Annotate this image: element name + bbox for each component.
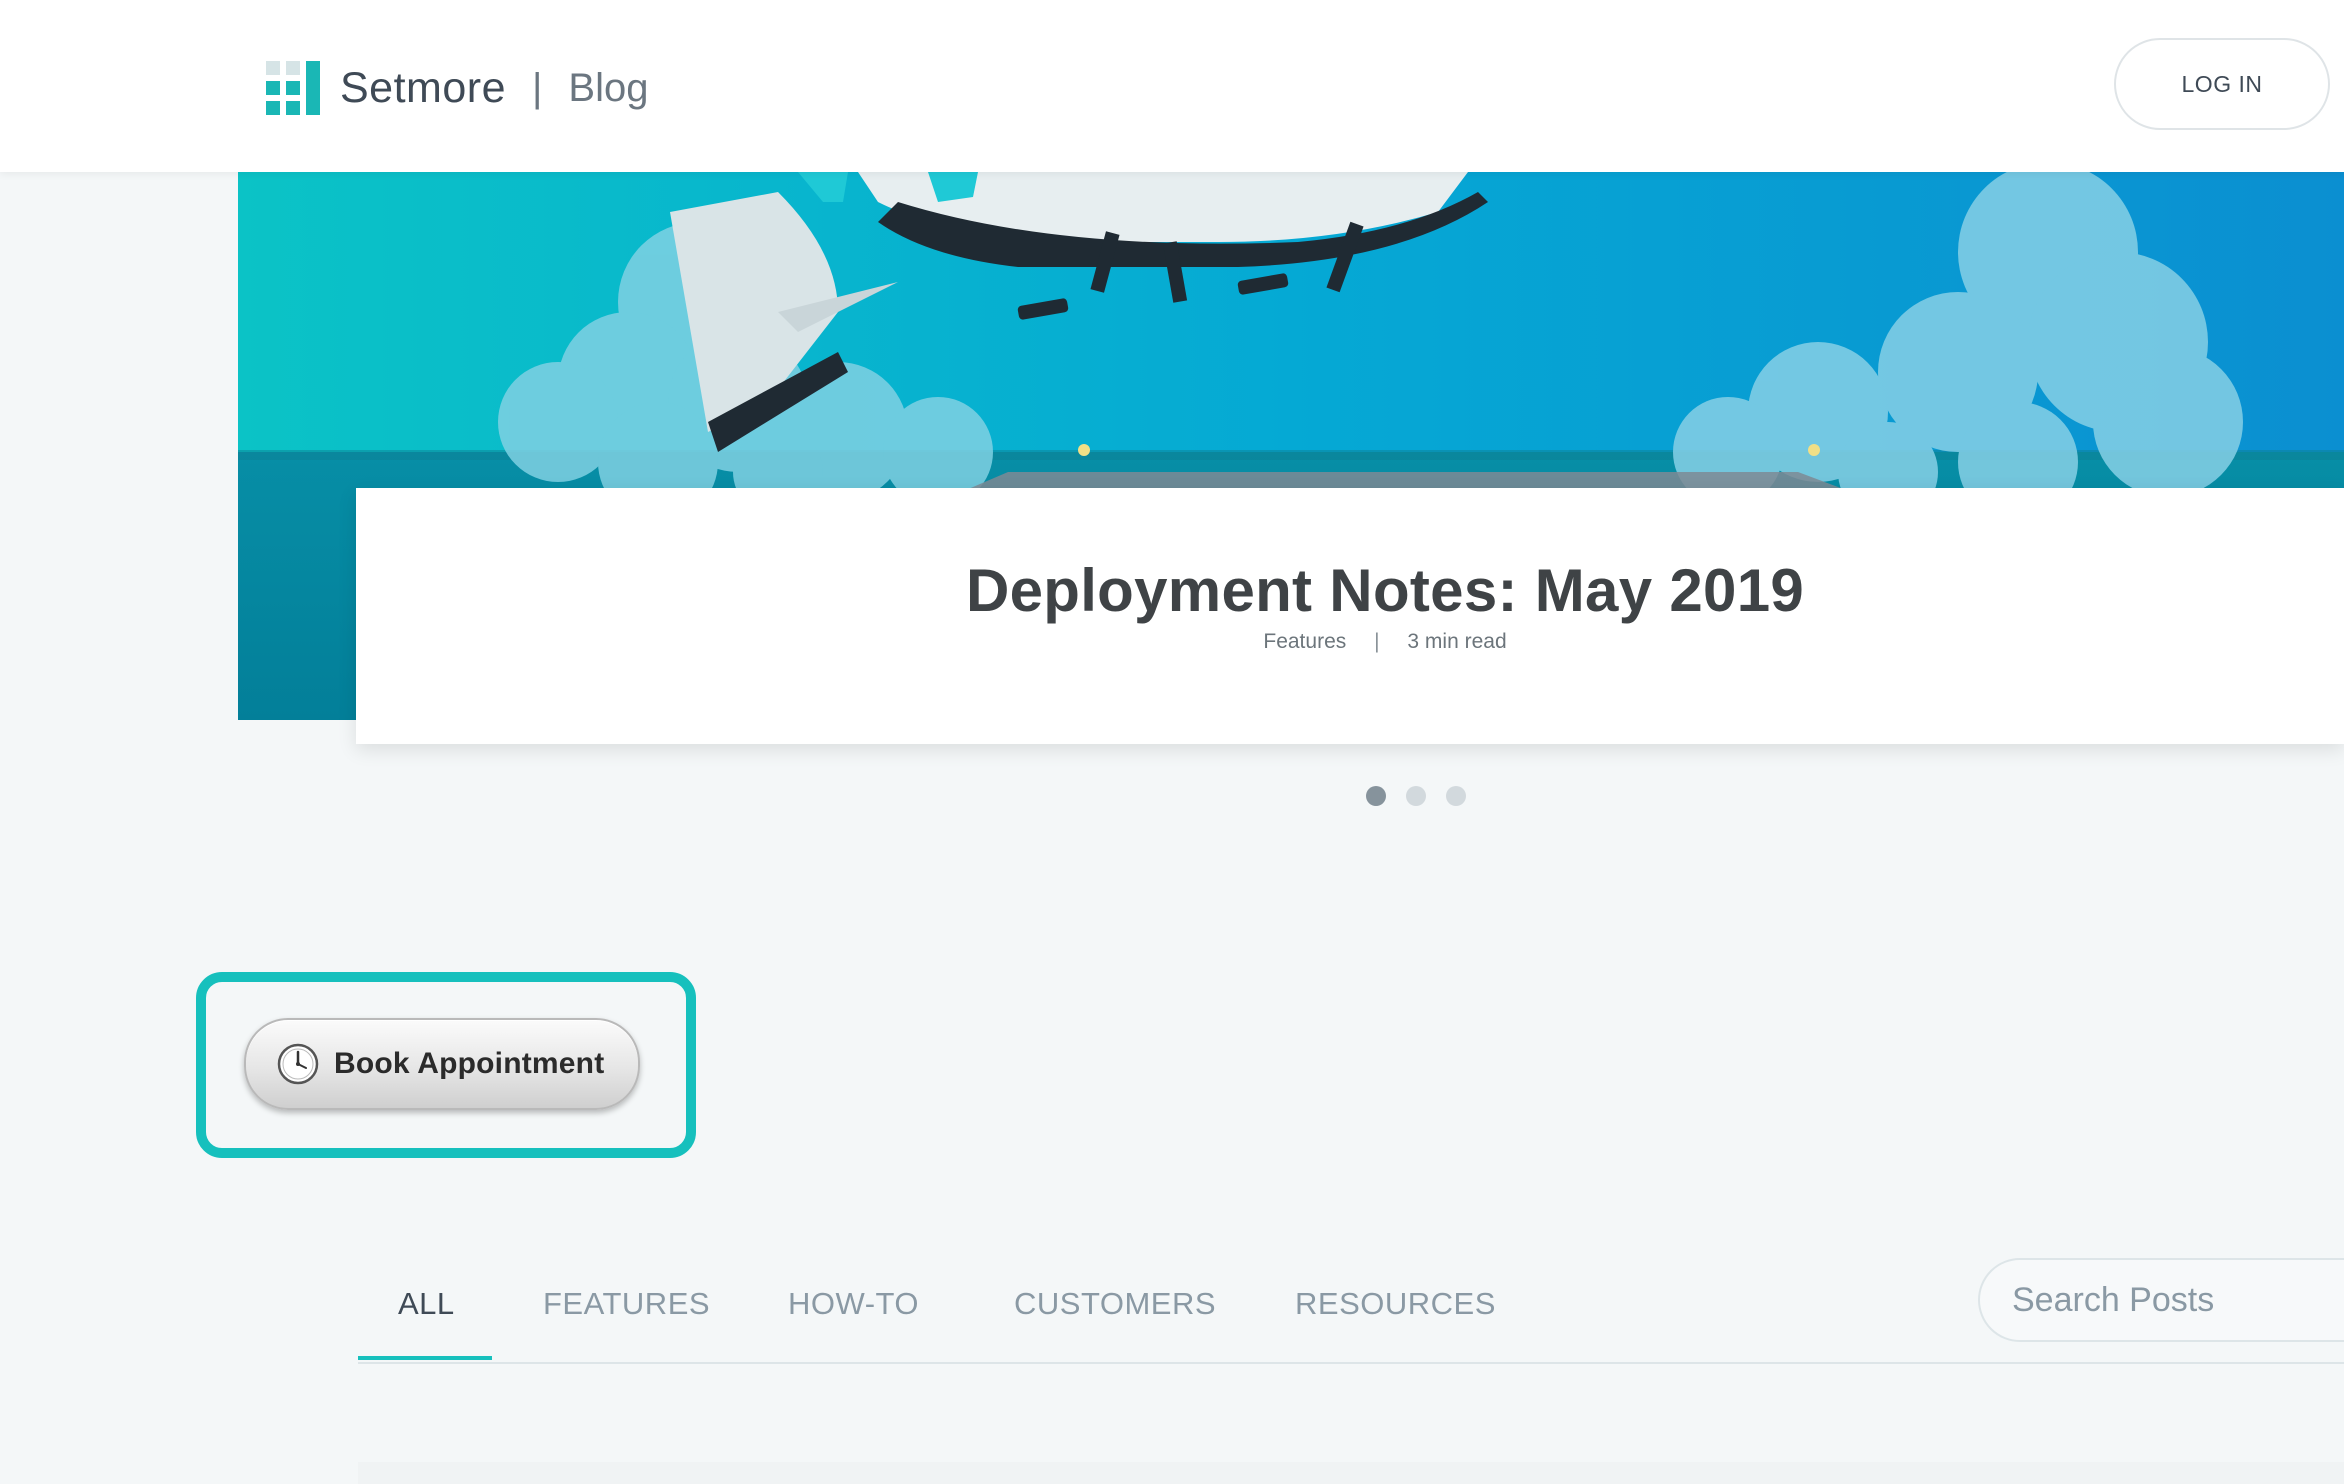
active-tab-indicator <box>358 1356 492 1360</box>
featured-post-title[interactable]: Deployment Notes: May 2019 <box>356 556 2344 625</box>
tab-all[interactable]: ALL <box>398 1286 455 1322</box>
featured-post-category[interactable]: Features <box>1263 630 1346 653</box>
clock-icon <box>277 1043 319 1085</box>
brand-name: Setmore <box>340 63 507 112</box>
carousel-dots <box>1366 786 1466 806</box>
featured-post-read-time: 3 min read <box>1407 630 1507 653</box>
tab-how-to[interactable]: HOW-TO <box>788 1286 919 1322</box>
carousel-dot-1[interactable] <box>1366 786 1386 806</box>
carousel-dot-2[interactable] <box>1406 786 1426 806</box>
tab-customers[interactable]: CUSTOMERS <box>1014 1286 1216 1322</box>
brand-divider: | <box>532 65 543 110</box>
setmore-logo-icon <box>266 61 320 115</box>
login-button[interactable]: LOG IN <box>2114 38 2330 130</box>
book-appointment-label: Book Appointment <box>334 1047 605 1080</box>
search-posts-input[interactable] <box>1978 1258 2344 1342</box>
featured-post-card[interactable]: Deployment Notes: May 2019 Features | 3 … <box>356 488 2344 744</box>
brand-section-label: Blog <box>568 65 649 110</box>
meta-separator: | <box>1374 630 1380 653</box>
post-list-top-edge <box>358 1462 2344 1484</box>
site-header: Setmore | Blog LOG IN <box>0 0 2344 172</box>
tab-resources[interactable]: RESOURCES <box>1295 1286 1496 1322</box>
brand-logo-link[interactable]: Setmore | Blog <box>266 58 648 118</box>
featured-post-meta: Features | 3 min read <box>356 630 2344 654</box>
carousel-dot-3[interactable] <box>1446 786 1466 806</box>
tab-features[interactable]: FEATURES <box>543 1286 710 1322</box>
book-appointment-button[interactable]: Book Appointment <box>244 1018 640 1110</box>
